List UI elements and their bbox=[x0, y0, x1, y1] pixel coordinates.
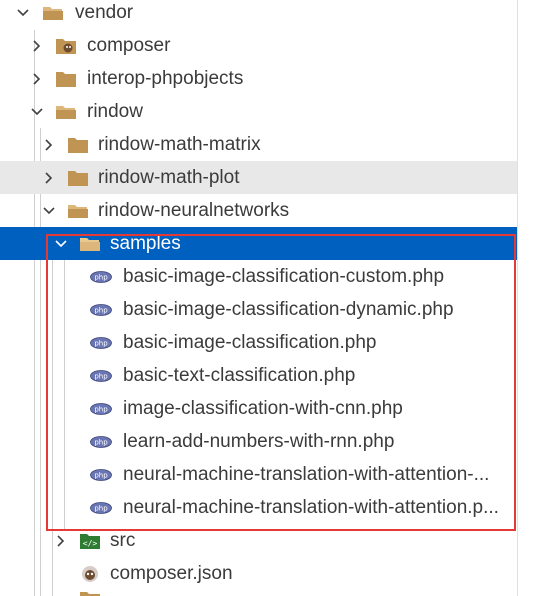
tree-item-rindow-math-plot[interactable]: rindow-math-plot bbox=[0, 161, 517, 194]
tree-item-interop-phpobjects[interactable]: interop-phpobjects bbox=[0, 62, 517, 95]
php-file-icon: php bbox=[90, 337, 112, 349]
tree-item-label: basic-text-classification.php bbox=[123, 365, 356, 386]
src-folder-icon: </> bbox=[79, 532, 101, 550]
tree-item-label: neural-machine-translation-with-attentio… bbox=[123, 464, 490, 485]
file-explorer-tree: vendor composer interop-phpobjects rindo… bbox=[0, 0, 517, 596]
tree-item-rindow-math-matrix[interactable]: rindow-math-matrix bbox=[0, 128, 517, 161]
chevron-right-icon bbox=[30, 39, 44, 53]
svg-text:php: php bbox=[94, 406, 108, 414]
tree-item-file[interactable]: php image-classification-with-cnn.php bbox=[0, 392, 517, 425]
svg-text:php: php bbox=[94, 505, 108, 513]
tree-item-label: basic-image-classification-custom.php bbox=[123, 266, 445, 287]
folder-icon bbox=[55, 70, 77, 88]
php-file-icon: php bbox=[90, 271, 112, 283]
php-file-icon: php bbox=[90, 502, 112, 514]
tree-item-file[interactable]: php basic-image-classification.php bbox=[0, 326, 517, 359]
svg-text:php: php bbox=[94, 472, 108, 480]
tree-item-src[interactable]: </> src bbox=[0, 524, 517, 557]
folder-icon bbox=[67, 169, 89, 187]
tree-item-rindow[interactable]: rindow bbox=[0, 95, 517, 128]
php-file-icon: php bbox=[90, 403, 112, 415]
vertical-scrollbar[interactable] bbox=[517, 0, 534, 596]
tree-item-label: composer.json bbox=[110, 563, 233, 584]
tree-item-label: image-classification-with-cnn.php bbox=[123, 398, 403, 419]
chevron-right-icon bbox=[30, 72, 44, 86]
folder-open-icon bbox=[67, 202, 89, 220]
php-file-icon: php bbox=[90, 370, 112, 382]
chevron-right-icon bbox=[54, 534, 68, 548]
chevron-down-icon bbox=[30, 105, 44, 119]
php-file-icon: php bbox=[90, 436, 112, 448]
tree-item-label: basic-image-classification.php bbox=[123, 332, 377, 353]
folder-icon bbox=[79, 590, 101, 596]
tree-item-label: rindow-math-matrix bbox=[98, 134, 261, 155]
php-file-icon: php bbox=[90, 469, 112, 481]
tree-item-partial[interactable] bbox=[0, 590, 517, 596]
svg-text:php: php bbox=[94, 307, 108, 315]
chevron-down-icon bbox=[42, 204, 56, 218]
tree-item-label: neural-machine-translation-with-attentio… bbox=[123, 497, 499, 518]
tree-item-label: rindow-neuralnetworks bbox=[98, 200, 290, 221]
svg-text:php: php bbox=[94, 340, 108, 348]
folder-open-icon bbox=[79, 235, 101, 253]
tree-item-file[interactable]: php learn-add-numbers-with-rnn.php bbox=[0, 425, 517, 458]
svg-text:</>: </> bbox=[83, 539, 98, 548]
svg-text:php: php bbox=[94, 439, 108, 447]
tree-item-composer-json[interactable]: composer.json bbox=[0, 557, 517, 590]
composer-json-icon bbox=[79, 565, 101, 583]
tree-item-rindow-neuralnetworks[interactable]: rindow-neuralnetworks bbox=[0, 194, 517, 227]
tree-item-composer[interactable]: composer bbox=[0, 29, 517, 62]
tree-item-samples[interactable]: samples bbox=[0, 227, 517, 260]
tree-item-file[interactable]: php neural-machine-translation-with-atte… bbox=[0, 491, 517, 524]
tree-item-file[interactable]: php basic-image-classification-dynamic.p… bbox=[0, 293, 517, 326]
tree-item-file[interactable]: php basic-text-classification.php bbox=[0, 359, 517, 392]
chevron-right-icon bbox=[42, 138, 56, 152]
folder-open-icon bbox=[42, 4, 64, 22]
folder-open-icon bbox=[55, 103, 77, 121]
chevron-down-icon bbox=[16, 6, 30, 20]
tree-item-file[interactable]: php basic-image-classification-custom.ph… bbox=[0, 260, 517, 293]
composer-icon bbox=[55, 37, 77, 55]
chevron-right-icon bbox=[42, 171, 56, 185]
tree-item-label: interop-phpobjects bbox=[87, 68, 244, 89]
tree-item-label: composer bbox=[87, 35, 171, 56]
tree-item-label: learn-add-numbers-with-rnn.php bbox=[123, 431, 395, 452]
tree-item-file[interactable]: php neural-machine-translation-with-atte… bbox=[0, 458, 517, 491]
svg-text:php: php bbox=[94, 373, 108, 381]
tree-item-label: rindow bbox=[87, 101, 143, 122]
svg-text:php: php bbox=[94, 274, 108, 282]
tree-item-label: src bbox=[110, 530, 136, 551]
tree-item-label: rindow-math-plot bbox=[98, 167, 240, 188]
tree-item-vendor[interactable]: vendor bbox=[0, 0, 517, 29]
folder-icon bbox=[67, 136, 89, 154]
tree-item-label: samples bbox=[110, 233, 181, 254]
tree-item-label: basic-image-classification-dynamic.php bbox=[123, 299, 454, 320]
chevron-down-icon bbox=[54, 237, 68, 251]
tree-item-label: vendor bbox=[75, 2, 134, 23]
php-file-icon: php bbox=[90, 304, 112, 316]
